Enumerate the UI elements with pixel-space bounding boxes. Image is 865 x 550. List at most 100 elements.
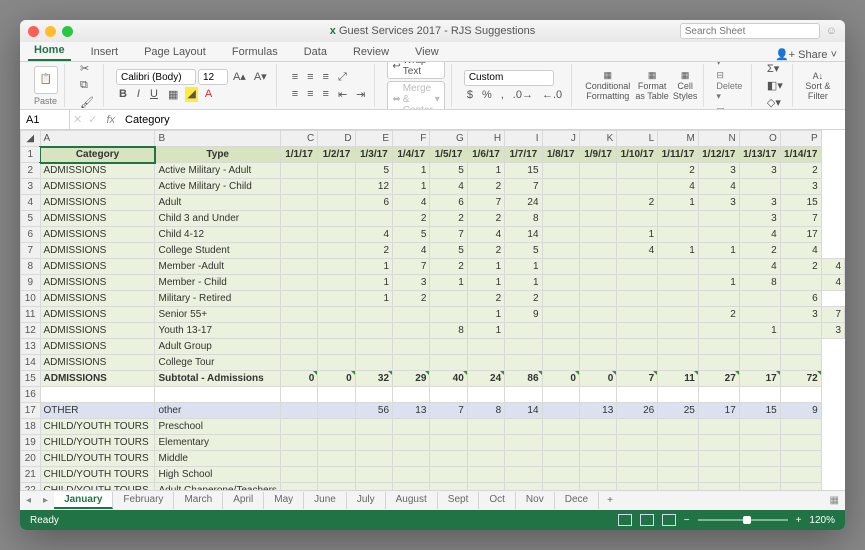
cell-L21[interactable] <box>617 467 658 483</box>
cell-L8[interactable] <box>617 259 658 275</box>
bold-button[interactable]: B <box>116 87 130 102</box>
row-header-2[interactable]: 2 <box>21 163 41 179</box>
cell-L10[interactable] <box>617 291 658 307</box>
cell-C11[interactable] <box>280 307 317 323</box>
cell-D22[interactable] <box>318 483 355 491</box>
cell-F20[interactable] <box>393 451 430 467</box>
cell-E11[interactable] <box>355 307 392 323</box>
tab-nav-prev[interactable]: ◂ <box>20 495 37 506</box>
cell-F8[interactable]: 7 <box>393 259 430 275</box>
cell-F17[interactable]: 13 <box>393 403 430 419</box>
cell-P4[interactable]: 15 <box>780 195 821 211</box>
worksheet-grid[interactable]: ◢ABCDEFGHIJKLMNOP1 Category Type1/1/171/… <box>20 130 845 490</box>
cell-P19[interactable] <box>780 435 821 451</box>
sheet-tab-july[interactable]: July <box>347 492 386 509</box>
cell-F3[interactable]: 1 <box>393 179 430 195</box>
cell-C14[interactable] <box>280 355 317 371</box>
cell-I15[interactable]: 86 <box>505 371 542 387</box>
cell-E19[interactable] <box>355 435 392 451</box>
cell-K14[interactable] <box>579 355 616 371</box>
row-header-11[interactable]: 11 <box>21 307 41 323</box>
cell-N10[interactable] <box>698 291 739 307</box>
cell-J3[interactable] <box>542 179 579 195</box>
cell-C17[interactable] <box>280 403 317 419</box>
cell-J2[interactable] <box>542 163 579 179</box>
cell-O18[interactable] <box>739 419 780 435</box>
cell-styles-button[interactable]: ▦Cell Styles <box>673 70 698 101</box>
cell-F13[interactable] <box>393 339 430 355</box>
cell-D16[interactable] <box>318 387 355 403</box>
cell-K17[interactable]: 13 <box>579 403 616 419</box>
cell-C3[interactable] <box>280 179 317 195</box>
sheet-tab-january[interactable]: January <box>54 492 113 509</box>
cell-L7[interactable]: 4 <box>617 243 658 259</box>
cell-J12[interactable] <box>542 323 579 339</box>
cell-H5[interactable]: 2 <box>467 211 504 227</box>
cell-G10[interactable] <box>430 291 467 307</box>
cell-J11[interactable] <box>542 307 579 323</box>
cell-N22[interactable] <box>698 483 739 491</box>
cell-E21[interactable] <box>355 467 392 483</box>
cell-K18[interactable] <box>579 419 616 435</box>
cell-N13[interactable] <box>698 339 739 355</box>
cell-D19[interactable] <box>318 435 355 451</box>
cell-E2[interactable]: 5 <box>355 163 392 179</box>
cell-D13[interactable] <box>318 339 355 355</box>
cell-G7[interactable]: 5 <box>430 243 467 259</box>
cell-B3[interactable]: Active Military - Child <box>155 179 280 195</box>
cell-P17[interactable]: 9 <box>780 403 821 419</box>
row-header-22[interactable]: 22 <box>21 483 41 491</box>
cell-A20[interactable]: CHILD/YOUTH TOURS <box>40 451 155 467</box>
cell-J19[interactable] <box>542 435 579 451</box>
cell-C10[interactable] <box>280 291 317 307</box>
cell-D5[interactable] <box>318 211 355 227</box>
row-header-17[interactable]: 17 <box>21 403 41 419</box>
cell-E20[interactable] <box>355 451 392 467</box>
cell-F22[interactable] <box>393 483 430 491</box>
cell-N21[interactable] <box>698 467 739 483</box>
cell-M4[interactable]: 1 <box>658 195 699 211</box>
cell-A1[interactable]: Category <box>40 147 155 163</box>
row-header-4[interactable]: 4 <box>21 195 41 211</box>
cell-H2[interactable]: 1 <box>467 163 504 179</box>
cell-K9[interactable] <box>579 275 616 291</box>
increase-font-icon[interactable]: A▴ <box>230 69 249 85</box>
cell-G22[interactable] <box>430 483 467 491</box>
cell-N17[interactable]: 17 <box>698 403 739 419</box>
cell-G2[interactable]: 5 <box>430 163 467 179</box>
cell-D20[interactable] <box>318 451 355 467</box>
cell-E8[interactable]: 1 <box>355 259 392 275</box>
sheet-tab-august[interactable]: August <box>386 492 438 509</box>
cell-C8[interactable] <box>280 259 317 275</box>
cell-E15[interactable]: 32 <box>355 371 392 387</box>
cell-C7[interactable] <box>280 243 317 259</box>
cell-D21[interactable] <box>318 467 355 483</box>
zoom-out-button[interactable]: − <box>684 515 690 526</box>
cell-F14[interactable] <box>393 355 430 371</box>
cell-H4[interactable]: 7 <box>467 195 504 211</box>
row-header-10[interactable]: 10 <box>21 291 41 307</box>
cell-F18[interactable] <box>393 419 430 435</box>
cell-H11[interactable]: 1 <box>467 307 504 323</box>
col-header-J[interactable]: J <box>542 131 579 147</box>
cell-A13[interactable]: ADMISSIONS <box>40 339 155 355</box>
align-bottom-icon[interactable]: ≡ <box>320 70 332 85</box>
cell-E7[interactable]: 2 <box>355 243 392 259</box>
cell-O10[interactable] <box>739 291 780 307</box>
cell-H16[interactable] <box>467 387 504 403</box>
row-header-16[interactable]: 16 <box>21 387 41 403</box>
col-header-I[interactable]: I <box>505 131 542 147</box>
cell-M10[interactable] <box>658 291 699 307</box>
cell-B8[interactable]: Member -Adult <box>155 259 280 275</box>
cell-L3[interactable] <box>617 179 658 195</box>
cell-F11[interactable] <box>393 307 430 323</box>
cell-D15[interactable]: 0 <box>318 371 355 387</box>
cell-J9[interactable] <box>542 275 579 291</box>
cell-J18[interactable] <box>542 419 579 435</box>
cell-F6[interactable]: 5 <box>393 227 430 243</box>
cell-E3[interactable]: 12 <box>355 179 392 195</box>
cell-O7[interactable]: 2 <box>739 243 780 259</box>
cell-F5[interactable]: 2 <box>393 211 430 227</box>
cell-K10[interactable] <box>579 291 616 307</box>
cell-C2[interactable] <box>280 163 317 179</box>
